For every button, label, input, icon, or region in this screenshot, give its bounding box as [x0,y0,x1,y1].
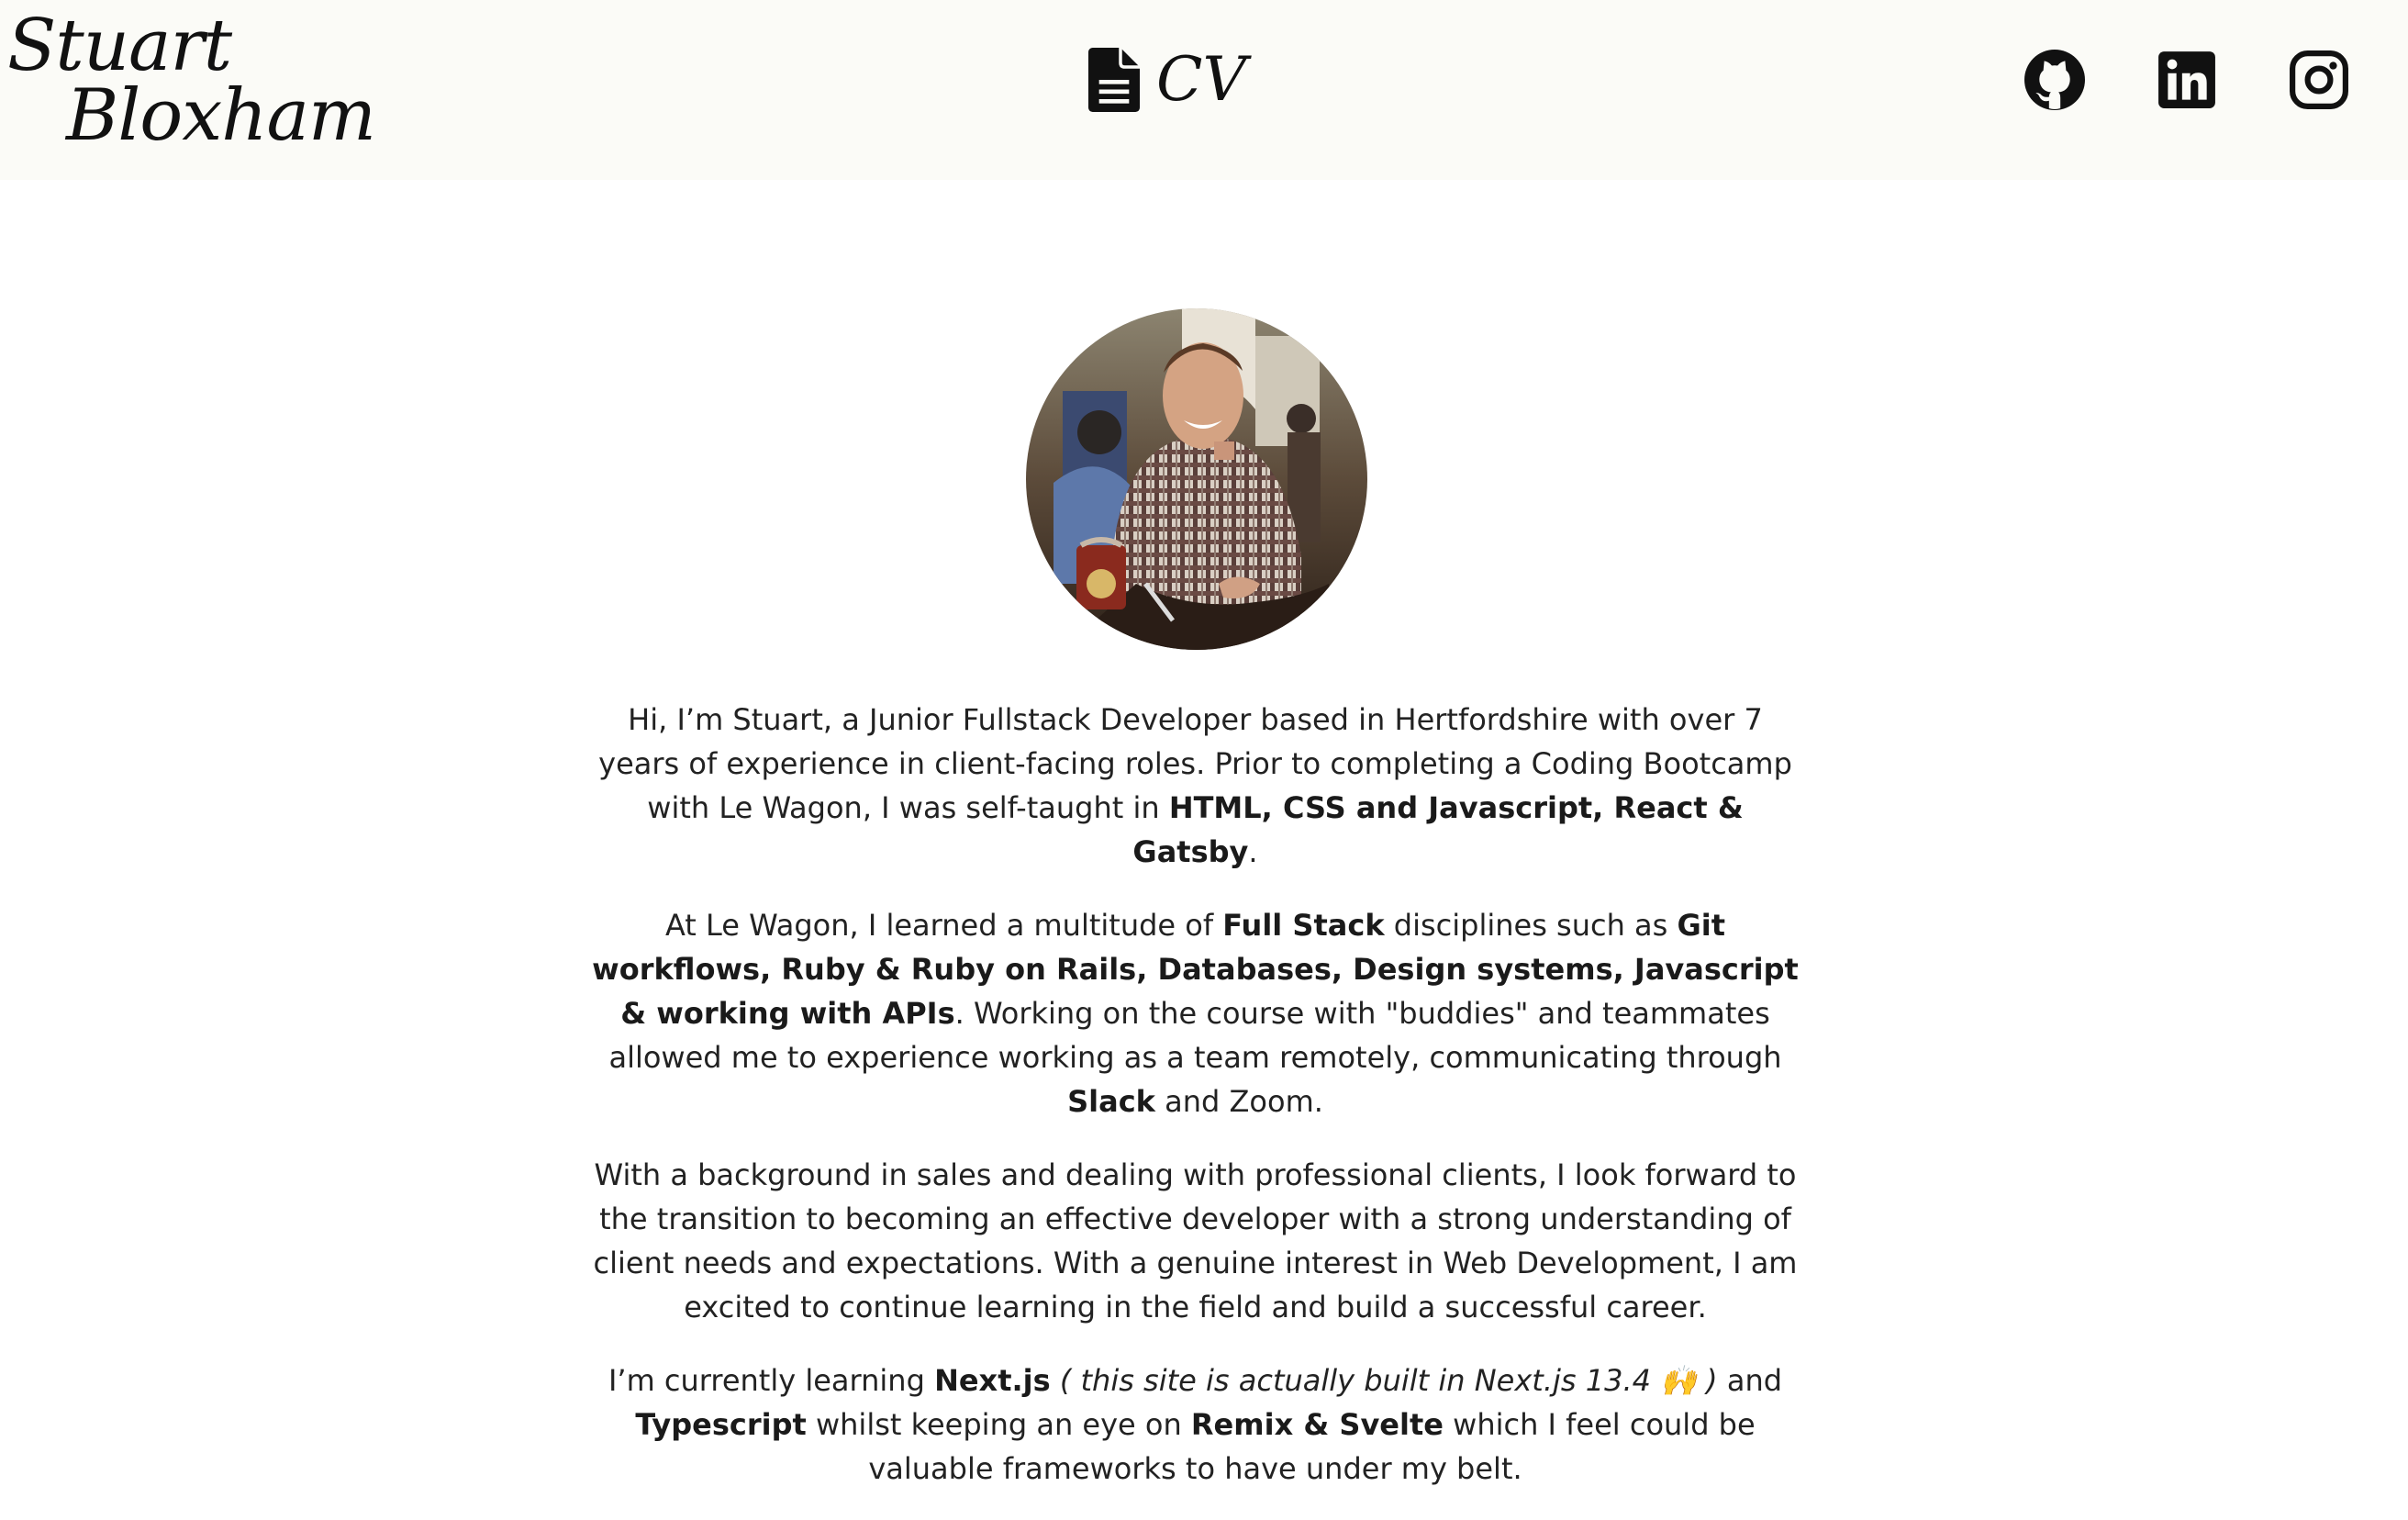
cv-label: CV [1156,44,1247,115]
document-icon [1088,48,1140,112]
github-link[interactable] [2024,50,2085,110]
intro-paragraph-2: At Le Wagon, I learned a multitude of Fu… [592,908,1799,1119]
profile-photo [1026,308,1367,650]
instagram-icon [2289,50,2349,110]
skills-highlight: HTML, CSS and Javascript, React & Gatsby [1132,790,1744,869]
remix-svelte-highlight: Remix & Svelte [1190,1407,1444,1442]
intro-section: Hi, I’m Stuart, a Junior Fullstack Devel… [587,698,1803,1520]
github-icon [2024,50,2085,110]
site-built-note: ( this site is actually built in Next.js… [1059,1363,1718,1398]
instagram-link[interactable] [2289,50,2349,110]
linkedin-link[interactable] [2157,50,2217,110]
site-header: Stuart Bloxham CV [0,0,2408,180]
intro-paragraph-3: With a background in sales and dealing w… [593,1157,1798,1324]
brand-last-name: Bloxham [66,74,376,157]
full-stack-highlight: Full Stack [1222,908,1385,943]
linkedin-icon [2157,50,2217,110]
typescript-highlight: Typescript [635,1407,807,1442]
brand-first-name: Stuart [7,5,232,87]
slack-highlight: Slack [1067,1084,1155,1119]
intro-paragraph-4: I’m currently learning Next.js ( this si… [608,1363,1783,1486]
cv-link[interactable]: CV [1088,48,1246,112]
site-logo-link[interactable]: Stuart Bloxham [7,5,376,157]
nextjs-highlight: Next.js [934,1363,1051,1398]
intro-paragraph-1: Hi, I’m Stuart, a Junior Fullstack Devel… [598,702,1792,869]
